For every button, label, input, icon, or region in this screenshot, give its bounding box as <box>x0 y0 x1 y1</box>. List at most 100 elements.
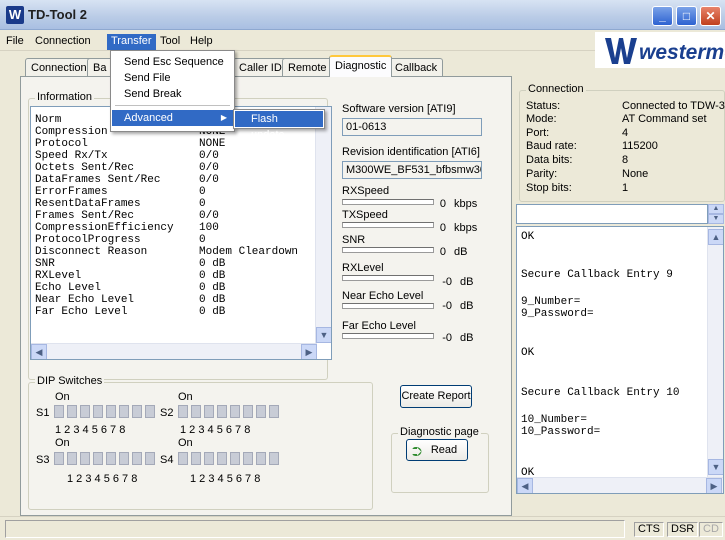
dip-switch[interactable] <box>54 452 64 465</box>
dip-switch[interactable] <box>217 405 227 418</box>
dip-switch[interactable] <box>80 405 90 418</box>
info-vertical-scrollbar[interactable]: ▼ <box>315 107 331 343</box>
menu-flash-update[interactable]: Flash update... <box>235 111 323 141</box>
dip-switch[interactable] <box>106 405 116 418</box>
dip-switch[interactable] <box>93 405 103 418</box>
gauge-rxspeed-bar <box>342 199 434 205</box>
chevron-right-icon[interactable]: ▶ <box>301 344 317 359</box>
terminal-line: OK <box>521 231 535 243</box>
read-button[interactable]: ⮊ Read <box>406 439 468 461</box>
connection-title: Connection <box>526 83 586 95</box>
dip-switch[interactable] <box>204 405 214 418</box>
terminal-line: Secure Callback Entry 10 <box>521 387 680 399</box>
menu-send-file[interactable]: Send File <box>112 70 233 86</box>
info-row-compression: Compression NONE <box>35 126 226 138</box>
tab-remote[interactable]: Remote <box>282 58 333 77</box>
dip-switch[interactable] <box>132 452 142 465</box>
spin-up-icon[interactable]: ▲ <box>708 204 724 214</box>
chevron-down-icon[interactable]: ▼ <box>708 459 723 475</box>
dip-s4-on-label: On <box>178 437 193 449</box>
create-report-button[interactable]: Create Report <box>400 385 472 408</box>
chevron-right-icon[interactable]: ▶ <box>706 478 722 493</box>
command-input[interactable] <box>516 204 708 224</box>
minimize-button[interactable]: _ <box>652 6 673 26</box>
info-row-dataframes: DataFrames Sent/Rec 0/0 <box>35 174 219 186</box>
gauge-rxlevel-label: RXLevel <box>342 262 384 274</box>
menu-help[interactable]: Help <box>186 34 217 50</box>
dip-switch[interactable] <box>269 405 279 418</box>
menu-connection[interactable]: Connection <box>31 34 95 50</box>
dip-bank-s4[interactable] <box>178 452 279 465</box>
gauge-far-echo-label: Far Echo Level <box>342 320 416 332</box>
dip-switch[interactable] <box>106 452 116 465</box>
tab-diagnostic[interactable]: Diagnostic <box>329 55 393 77</box>
info-horizontal-scrollbar[interactable]: ◀ ▶ <box>31 343 317 359</box>
dip-switch[interactable] <box>67 452 77 465</box>
gauge-near-echo-label: Near Echo Level <box>342 290 424 302</box>
dip-switch[interactable] <box>204 452 214 465</box>
tab-connection[interactable]: Connection <box>25 58 93 77</box>
gauge-snr-bar <box>342 247 434 253</box>
dip-switch[interactable] <box>269 452 279 465</box>
menu-file[interactable]: File <box>2 34 28 50</box>
dip-s1-on-label: On <box>55 391 70 403</box>
dip-bank-s1[interactable] <box>54 405 155 418</box>
dip-bank-s3[interactable] <box>54 452 155 465</box>
dip-switch[interactable] <box>119 405 129 418</box>
spin-down-icon[interactable]: ▼ <box>708 214 724 224</box>
menu-transfer[interactable]: Transfer <box>107 34 156 50</box>
information-list[interactable]: Norm Compression NONE Protocol NONE Speed … <box>30 106 332 360</box>
dip-switch[interactable] <box>145 405 155 418</box>
terminal-output[interactable]: OK Secure Callback Entry 9 9_Number= 9_P… <box>516 226 724 494</box>
dip-switch[interactable] <box>80 452 90 465</box>
gauge-near-echo-bar <box>342 303 434 309</box>
info-row-speed: Speed Rx/Tx 0/0 <box>35 150 219 162</box>
gauge-txspeed-bar <box>342 222 434 228</box>
dip-switch[interactable] <box>54 405 64 418</box>
dip-switch[interactable] <box>132 405 142 418</box>
dip-s2-label: S2 <box>160 407 174 419</box>
tab-callback[interactable]: Callback <box>389 58 444 77</box>
dip-bank-s2[interactable] <box>178 405 279 418</box>
dip-switch[interactable] <box>191 405 201 418</box>
dip-switch[interactable] <box>178 405 188 418</box>
dip-switch[interactable] <box>67 405 77 418</box>
dip-switch[interactable] <box>178 452 188 465</box>
dip-switch[interactable] <box>93 452 103 465</box>
menu-tool[interactable]: Tool <box>156 34 184 50</box>
dip-switch[interactable] <box>145 452 155 465</box>
td-tool-window: W TD-Tool 2 _ □ ✕ File Connection Transf… <box>0 0 725 540</box>
dip-switch[interactable] <box>256 405 266 418</box>
dip-switch[interactable] <box>119 452 129 465</box>
terminal-line: 9_Number= <box>521 296 581 308</box>
chevron-left-icon[interactable]: ◀ <box>31 344 47 359</box>
chevron-down-icon[interactable]: ▼ <box>316 327 331 343</box>
westermo-logo-icon: westermo <box>595 32 725 68</box>
gauge-rxspeed-unit: kbps <box>454 198 478 210</box>
dip-switch[interactable] <box>243 405 253 418</box>
gauge-rxlevel-value: -0 <box>442 276 452 288</box>
dip-switch[interactable] <box>217 452 227 465</box>
diagnostic-page-title: Diagnostic page <box>398 426 481 438</box>
terminal-horizontal-scrollbar[interactable]: ◀ ▶ <box>517 477 723 493</box>
dip-switch[interactable] <box>256 452 266 465</box>
menu-send-break[interactable]: Send Break <box>112 86 233 102</box>
chevron-up-icon[interactable]: ▲ <box>708 229 723 245</box>
terminal-vertical-scrollbar[interactable]: ▲ ▼ <box>707 227 723 477</box>
tab-caller-id[interactable]: Caller ID <box>233 58 288 77</box>
terminal-line: Secure Callback Entry 9 <box>521 269 673 281</box>
dip-switch[interactable] <box>191 452 201 465</box>
dip-switch[interactable] <box>243 452 253 465</box>
westermo-logo-text: westermo <box>639 41 725 64</box>
gauge-rxlevel-bar <box>342 275 434 281</box>
cd-indicator: CD <box>699 522 723 537</box>
maximize-button[interactable]: □ <box>676 6 697 26</box>
chevron-left-icon[interactable]: ◀ <box>517 478 533 493</box>
info-row-protocol: Protocol NONE <box>35 138 226 150</box>
dip-switch[interactable] <box>230 405 240 418</box>
menu-advanced[interactable]: Advanced ▶ <box>112 110 233 126</box>
title-bar[interactable]: W TD-Tool 2 _ □ ✕ <box>0 0 725 30</box>
close-button[interactable]: ✕ <box>700 6 721 26</box>
menu-send-esc-sequence[interactable]: Send Esc Sequence <box>112 54 233 70</box>
dip-switch[interactable] <box>230 452 240 465</box>
